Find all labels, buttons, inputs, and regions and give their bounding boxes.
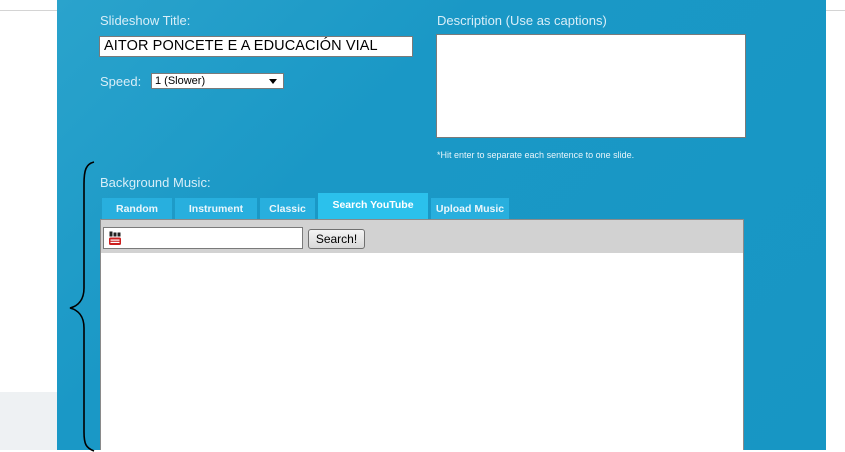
tab-random[interactable]: Random: [102, 198, 172, 220]
speed-label: Speed:: [100, 74, 142, 89]
description-label: Description (Use as captions): [437, 13, 607, 28]
youtube-icon: [109, 231, 121, 245]
tab-instrument[interactable]: Instrument: [175, 198, 257, 220]
tab-upload-music[interactable]: Upload Music: [431, 198, 509, 220]
youtube-search-bar: Search!: [101, 220, 743, 253]
background-music-label: Background Music:: [100, 175, 211, 190]
tab-search-youtube[interactable]: Search YouTube: [318, 193, 428, 220]
description-textarea[interactable]: [436, 34, 746, 138]
slideshow-title-label: Slideshow Title:: [100, 13, 191, 28]
curly-brace-annotation: [69, 161, 95, 452]
dropdown-arrow-icon: [269, 79, 277, 84]
music-tab-content: Search!: [100, 219, 744, 450]
slideshow-title-input[interactable]: AITOR PONCETE E A EDUCACIÓN VIAL: [99, 36, 413, 57]
speed-select-value: 1 (Slower): [155, 75, 206, 87]
description-hint: *Hit enter to separate each sentence to …: [437, 150, 635, 160]
youtube-search-button[interactable]: Search!: [308, 229, 365, 249]
youtube-search-input[interactable]: [103, 227, 303, 249]
speed-select[interactable]: 1 (Slower): [151, 73, 284, 89]
tab-classic[interactable]: Classic: [260, 198, 315, 220]
